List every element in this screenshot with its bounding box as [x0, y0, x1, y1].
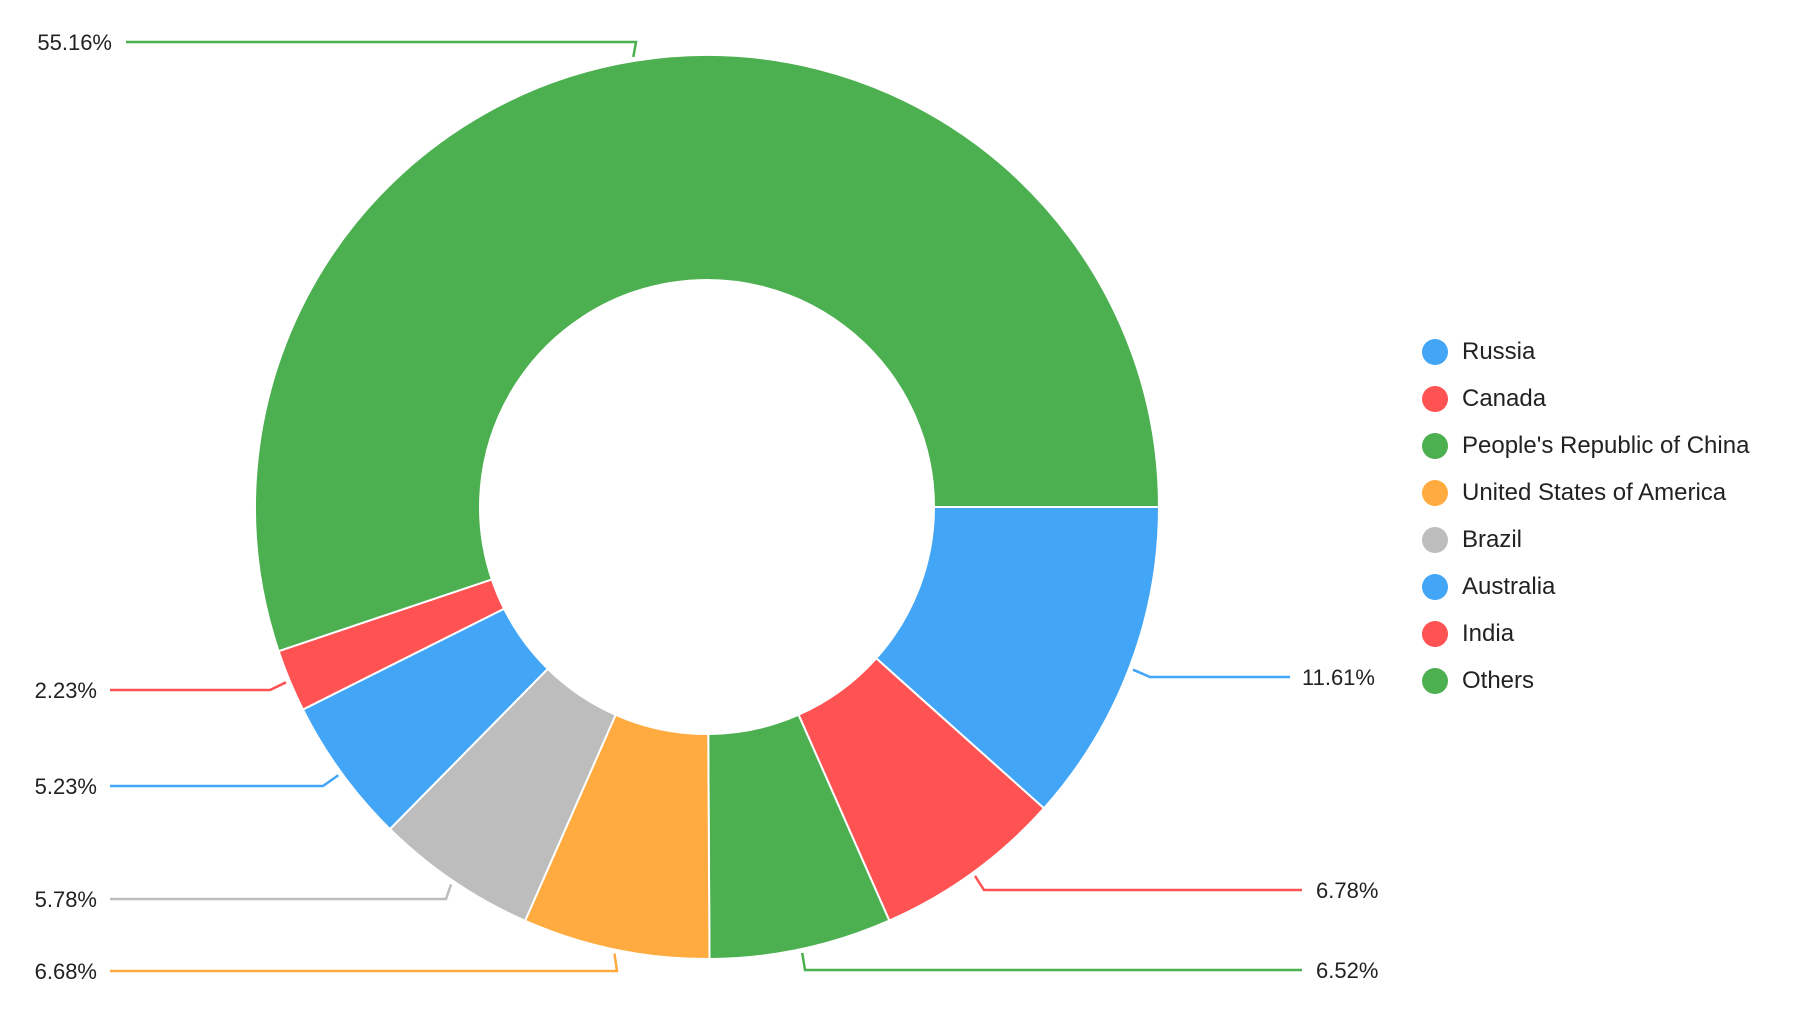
legend-swatch-icon [1422, 338, 1448, 365]
leader-line [110, 953, 619, 973]
percent-label: 5.23% [35, 774, 97, 799]
legend-swatch-icon [1422, 573, 1448, 600]
percent-label: 6.52% [1316, 958, 1378, 983]
legend-swatch-icon [1422, 526, 1448, 553]
legend-label: India [1462, 619, 1515, 647]
legend-item[interactable]: Brazil [1422, 516, 1749, 563]
percent-label: 11.61% [1302, 665, 1375, 690]
legend-swatch-icon [1422, 479, 1448, 506]
leader-line [973, 875, 1302, 892]
legend-item[interactable]: People's Republic of China [1422, 422, 1749, 469]
legend-swatch-icon [1422, 385, 1448, 412]
percent-label: 6.78% [1316, 878, 1378, 903]
legend-label: Canada [1462, 384, 1547, 412]
percent-label: 2.23% [35, 678, 97, 703]
legend-item[interactable]: Russia [1422, 328, 1749, 375]
percent-label: 5.78% [35, 887, 97, 912]
leader-line [126, 40, 638, 58]
leader-line [110, 774, 339, 788]
legend-item[interactable]: United States of America [1422, 469, 1749, 516]
legend-label: Brazil [1462, 525, 1523, 553]
legend-item[interactable]: Australia [1422, 563, 1749, 610]
leader-line [110, 681, 287, 692]
legend-label: People's Republic of China [1462, 431, 1750, 459]
legend-item[interactable]: Canada [1422, 375, 1749, 422]
percent-label: 6.68% [35, 959, 97, 984]
legend-item[interactable]: India [1422, 610, 1749, 657]
legend-swatch-icon [1422, 620, 1448, 647]
leader-line [1132, 668, 1290, 679]
legend-swatch-icon [1422, 432, 1448, 459]
legend-label: Others [1462, 666, 1535, 694]
leader-line [800, 952, 1302, 972]
donut-slices [254, 54, 1161, 960]
legend-item[interactable]: Others [1422, 657, 1749, 704]
legend-label: Russia [1462, 337, 1536, 365]
legend: Russia Canada People's Republic of China Un… [1422, 328, 1749, 704]
percent-label: 55.16% [37, 30, 112, 55]
leader-line [110, 884, 453, 901]
legend-label: United States of America [1462, 478, 1727, 506]
legend-swatch-icon [1422, 667, 1448, 694]
legend-label: Australia [1462, 572, 1556, 600]
